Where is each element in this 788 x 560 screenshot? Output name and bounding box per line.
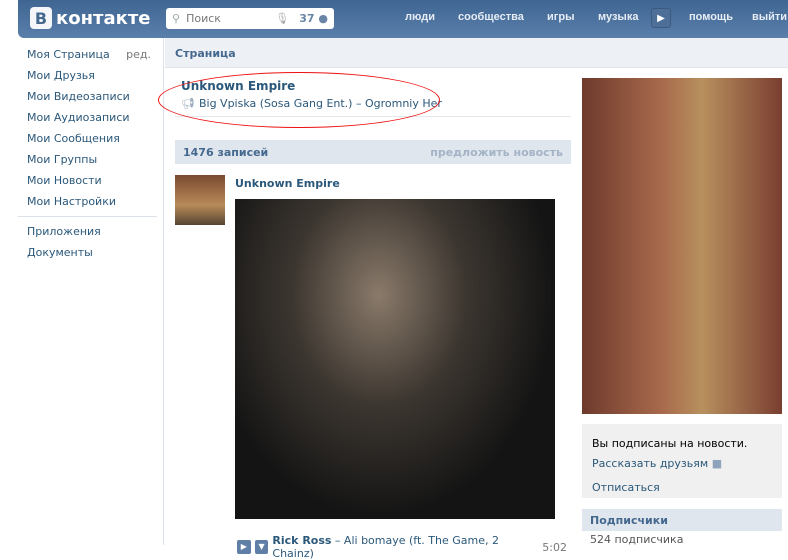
audio-artist[interactable]: Rick Ross (272, 534, 331, 547)
tell-friends-link[interactable]: Рассказать друзьям ■ (592, 454, 772, 474)
suggest-news-link[interactable]: предложить новость (430, 146, 563, 159)
sidebar-item-friends[interactable]: Мои Друзья (18, 65, 163, 86)
subscribed-text: Вы подписаны на новости. (592, 437, 748, 450)
followers-count: 524 подписчика (590, 533, 684, 546)
top-header: Вконтакте ⚲ Поиск 🎙︎ 37 ● люди сообществ… (18, 0, 788, 38)
nav-communities[interactable]: сообщества (458, 11, 524, 23)
nav-music[interactable]: музыка (598, 11, 638, 23)
sidebar-item-groups[interactable]: Мои Группы (18, 149, 163, 170)
nav-help[interactable]: помощь (689, 11, 733, 23)
post-audio: ▶ ▼ Rick Ross – Ali bomaye (ft. The Game… (237, 534, 567, 560)
followers-header[interactable]: Подписчики (582, 509, 782, 531)
breadcrumb: Страница (165, 38, 788, 68)
edit-link[interactable]: ред. (126, 44, 151, 65)
sidebar-item-documents[interactable]: Документы (18, 242, 163, 263)
sidebar-item-my-page[interactable]: Моя Страница ред. (18, 44, 163, 65)
post-author[interactable]: Unknown Empire (235, 177, 340, 190)
comment-icon: ■ (711, 457, 723, 470)
nav-people[interactable]: люди (405, 11, 435, 23)
wall-header: 1476 записей предложить новость (175, 140, 571, 164)
post-photo[interactable] (235, 199, 555, 519)
nav-games[interactable]: игры (547, 11, 574, 23)
sidebar: Моя Страница ред. Мои Друзья Мои Видеозап… (18, 38, 164, 545)
post-avatar[interactable] (175, 175, 225, 225)
sidebar-item-audio[interactable]: Мои Аудиозаписи (18, 107, 163, 128)
wall-count[interactable]: 1476 записей (183, 146, 268, 159)
play-icon[interactable]: ▶ (237, 540, 251, 554)
sidebar-item-settings[interactable]: Мои Настройки (18, 191, 163, 212)
top-nav: люди сообщества игры музыка ▶ помощь вый… (18, 0, 788, 38)
sidebar-item-apps[interactable]: Приложения (18, 221, 163, 242)
sidebar-item-videos[interactable]: Мои Видеозаписи (18, 86, 163, 107)
sidebar-item-messages[interactable]: Мои Сообщения (18, 128, 163, 149)
unsubscribe-link[interactable]: Отписаться (592, 478, 772, 498)
profile-photo[interactable] (582, 78, 782, 414)
subscription-box: Вы подписаны на новости. Рассказать друз… (582, 424, 782, 498)
play-icon[interactable]: ▶ (651, 8, 671, 28)
audio-duration: 5:02 (542, 540, 567, 554)
sidebar-item-news[interactable]: Мои Новости (18, 170, 163, 191)
divider (18, 216, 157, 217)
nav-logout[interactable]: выйти (752, 11, 787, 23)
red-annotation-oval (158, 72, 440, 128)
add-audio-icon[interactable]: ▼ (254, 540, 269, 554)
